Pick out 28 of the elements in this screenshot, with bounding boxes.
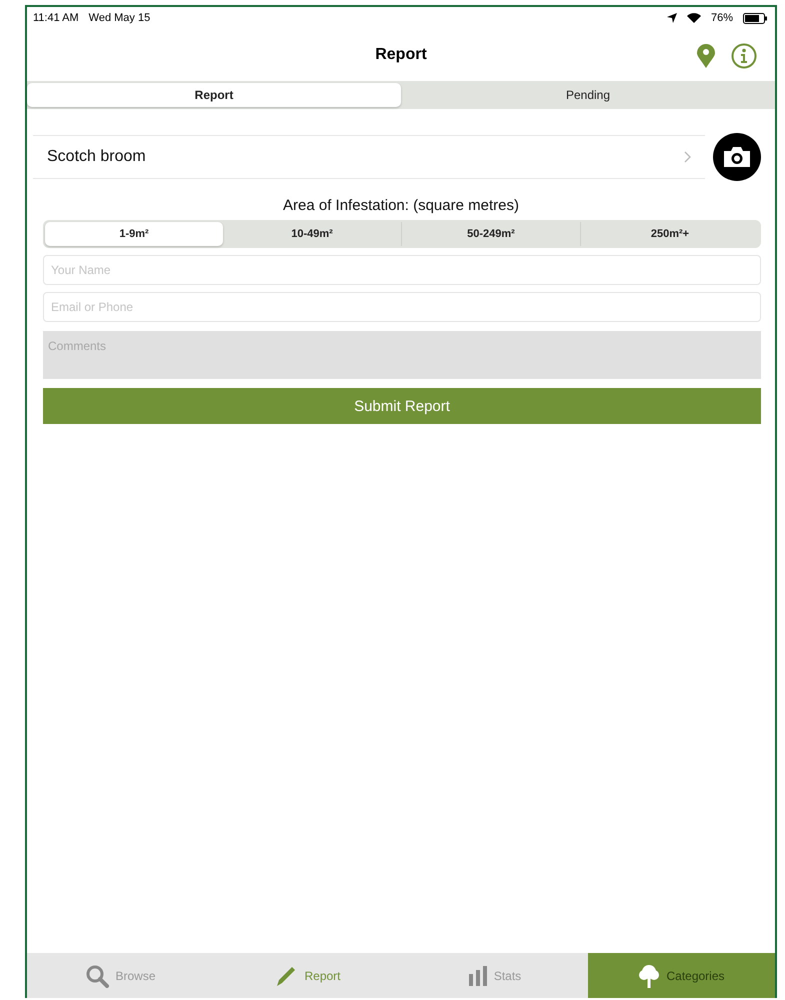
chevron-right-icon	[684, 151, 691, 163]
battery-percent: 76%	[710, 12, 733, 24]
area-option[interactable]: 50-249m²	[401, 222, 580, 246]
search-icon	[85, 964, 110, 988]
info-icon[interactable]	[731, 43, 757, 69]
battery-icon	[743, 12, 767, 24]
location-arrow-icon	[666, 13, 677, 23]
camera-button[interactable]	[713, 133, 761, 181]
area-option[interactable]: 10-49m²	[223, 222, 401, 246]
map-pin-icon[interactable]	[697, 44, 715, 68]
wifi-icon	[686, 13, 701, 23]
input-field[interactable]: Your Name	[43, 255, 761, 285]
area-option[interactable]: 250m²+	[580, 222, 759, 246]
segment-tab[interactable]: Report	[27, 83, 401, 107]
area-option[interactable]: 1-9m²	[45, 222, 223, 246]
status-time: 11:41 AM	[33, 12, 79, 24]
submit-button[interactable]: Submit Report	[43, 388, 761, 424]
nav-title: Report	[375, 46, 427, 64]
species-row[interactable]: Scotch broom	[33, 135, 705, 179]
comments-field[interactable]: Comments	[43, 331, 761, 379]
bar-chart-icon	[468, 966, 488, 986]
input-field[interactable]: Email or Phone	[43, 292, 761, 322]
segment-tab[interactable]: Pending	[401, 83, 775, 107]
species-name: Scotch broom	[47, 148, 147, 166]
status-date: Wed May 15	[88, 12, 150, 24]
area-label: Area of Infestation: (square metres)	[282, 197, 520, 214]
camera-icon	[724, 147, 750, 167]
tree-icon	[638, 964, 660, 988]
